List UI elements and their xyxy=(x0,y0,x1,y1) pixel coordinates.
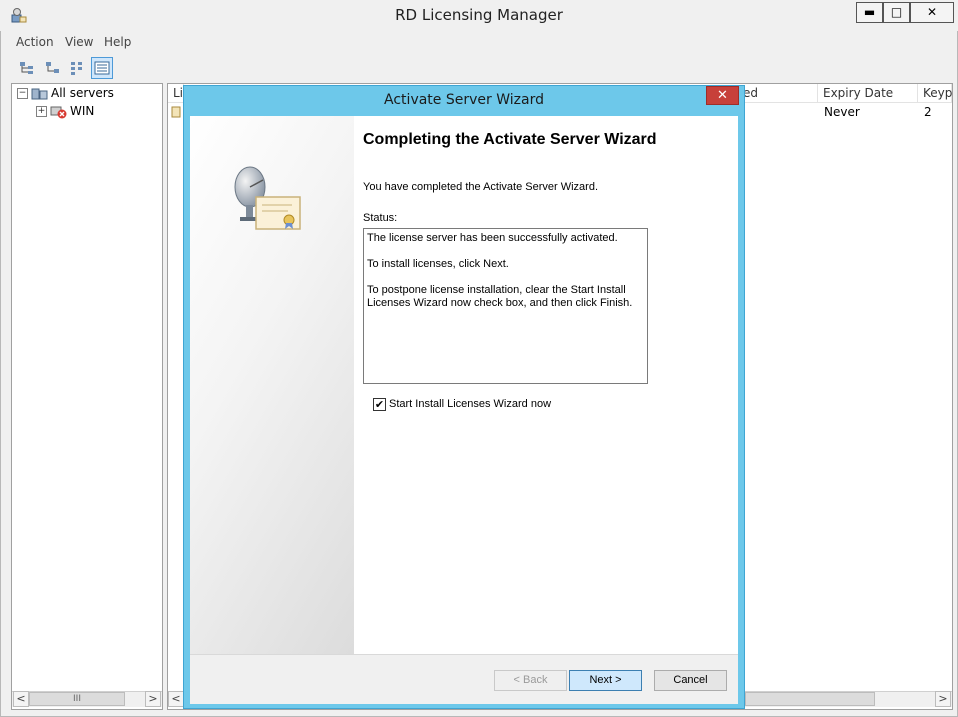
tree-collapse-icon[interactable] xyxy=(42,57,64,79)
list-view-icon[interactable] xyxy=(91,57,113,79)
cell-keypacks: 2 xyxy=(924,105,932,119)
next-button[interactable]: Next > xyxy=(569,670,642,691)
satellite-certificate-icon xyxy=(230,165,304,236)
server-error-icon xyxy=(50,106,67,118)
maximize-button[interactable]: □ xyxy=(883,2,910,23)
servers-icon xyxy=(31,88,48,99)
toolbar xyxy=(8,54,958,82)
wizard-description: You have completed the Activate Server W… xyxy=(363,181,598,193)
scroll-thumb[interactable]: III xyxy=(29,692,125,706)
wizard-content-area xyxy=(354,116,738,654)
list-scroll-left-arrow[interactable]: < xyxy=(168,691,184,707)
close-button[interactable]: ✕ xyxy=(910,2,954,23)
tree-label-win: WIN xyxy=(70,104,95,118)
column-header-expiry-date[interactable]: Expiry Date xyxy=(818,84,918,103)
wizard-close-button[interactable]: ✕ xyxy=(706,86,739,105)
server-tree[interactable] xyxy=(11,83,163,710)
wizard-heading: Completing the Activate Server Wizard xyxy=(363,131,657,148)
column-header-keypacks[interactable]: Keyp xyxy=(918,84,952,103)
menu-help[interactable]: Help xyxy=(104,34,131,50)
tree-label-all-servers: All servers xyxy=(51,86,114,100)
tree-item-all-servers[interactable]: − All servers xyxy=(17,85,114,102)
tree-view-icon[interactable] xyxy=(16,57,38,79)
start-install-licenses-label[interactable]: Start Install Licenses Wizard now xyxy=(389,398,551,411)
list-scroll-thumb[interactable] xyxy=(745,692,875,706)
minimize-button[interactable]: ▬ xyxy=(856,2,883,23)
expand-toggle[interactable]: + xyxy=(36,106,47,117)
window-title: RD Licensing Manager xyxy=(395,6,563,24)
menu-view[interactable]: View xyxy=(65,34,93,50)
license-row-icon xyxy=(171,106,181,121)
collapse-toggle[interactable]: − xyxy=(17,88,28,99)
status-label: Status: xyxy=(363,212,398,224)
menu-action[interactable]: Action xyxy=(16,34,54,50)
column-header-issued[interactable]: ed xyxy=(738,84,818,103)
tree-item-win[interactable]: + WIN xyxy=(36,103,94,120)
status-line-postpone: To postpone license installation, clear … xyxy=(367,284,633,309)
status-line-activated: The license server has been successfully… xyxy=(367,232,618,244)
scroll-left-arrow[interactable]: < xyxy=(13,691,29,707)
back-button[interactable]: < Back xyxy=(494,670,567,691)
cancel-button[interactable]: Cancel xyxy=(654,670,727,691)
status-textbox[interactable]: The license server has been successfully… xyxy=(363,228,648,384)
list-scroll-right-arrow[interactable]: > xyxy=(935,691,951,707)
wizard-title[interactable]: Activate Server Wizard xyxy=(183,85,745,115)
start-install-licenses-checkbox[interactable]: ✔ xyxy=(373,398,386,411)
column-header-license[interactable]: Li xyxy=(168,84,184,103)
scroll-right-arrow[interactable]: > xyxy=(145,691,161,707)
status-line-install: To install licenses, click Next. xyxy=(367,258,509,270)
menu-bar xyxy=(0,31,958,53)
cell-expiry-date: Never xyxy=(824,105,860,119)
details-icon[interactable] xyxy=(67,57,89,79)
